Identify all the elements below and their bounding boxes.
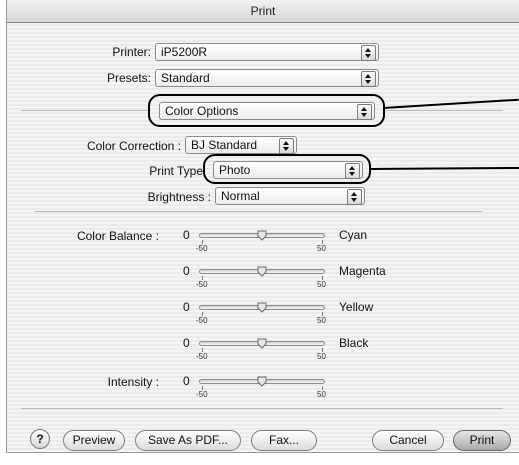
tick-label-min: -50 [196,352,208,361]
print-button[interactable]: Print [453,430,511,451]
print-type-label: Print Type [149,164,203,178]
slider-cyan: 0 -50 50 Cyan [7,228,519,259]
slider-yellow: 0 -50 50 Yellow [7,300,519,331]
tick-label-max: 50 [317,280,326,289]
printer-label: Printer: [112,45,151,59]
tick-label-min: -50 [196,390,208,399]
cancel-button[interactable]: Cancel [372,430,444,451]
save-as-pdf-button[interactable]: Save As PDF... [135,430,241,451]
slider-magenta-value: 0 [183,264,190,278]
bottom-divider [21,408,503,409]
slider-yellow-value: 0 [183,300,190,314]
popup-arrows-icon [361,45,376,61]
popup-arrows-icon [361,71,376,87]
slider-magenta-label: Magenta [339,264,386,278]
callout-outline-print-type [203,154,371,184]
brightness-value: Normal [221,189,260,203]
printer-popup[interactable]: iP5200R [155,43,379,61]
window-title: Print [7,0,519,23]
slider-thumb-icon[interactable] [257,376,267,387]
presets-label: Presets: [106,71,151,85]
printer-popup-value: iP5200R [161,45,208,59]
color-correction-value: BJ Standard [191,138,258,152]
popup-arrows-icon [279,138,294,154]
tick-label-min: -50 [196,316,208,325]
tick-label-max: 50 [317,352,326,361]
slider-black-label: Black [339,336,369,350]
print-dialog: Print Printer: iP5200R Presets: Standard… [6,0,519,453]
divider-left [21,110,151,111]
slider-yellow-label: Yellow [339,300,374,314]
slider-black: 0 -50 50 Black [7,336,519,367]
preview-button[interactable]: Preview [63,430,125,451]
help-button[interactable]: ? [30,429,50,449]
divider-right [385,110,503,111]
brightness-popup[interactable]: Normal [215,187,365,205]
color-correction-popup[interactable]: BJ Standard [185,136,297,154]
slider-black-value: 0 [183,336,190,350]
presets-popup[interactable]: Standard [155,69,379,87]
slider-intensity: 0 -50 50 [7,374,519,405]
slider-thumb-icon[interactable] [257,266,267,277]
slider-thumb-icon[interactable] [257,230,267,241]
slider-thumb-icon[interactable] [257,302,267,313]
section-divider [35,211,482,212]
tick-label-max: 50 [317,316,326,325]
tick-label-min: -50 [196,244,208,253]
presets-popup-value: Standard [161,71,210,85]
slider-thumb-icon[interactable] [257,338,267,349]
print-dialog-stage: Print Printer: iP5200R Presets: Standard… [0,0,519,465]
fax-button[interactable]: Fax... [251,430,317,451]
popup-arrows-icon [347,189,362,205]
color-correction-label: Color Correction : [86,139,181,153]
slider-cyan-value: 0 [183,228,190,242]
callout-line-panel [382,98,519,109]
callout-outline-panel [148,94,385,127]
tick-label-min: -50 [196,280,208,289]
callout-line-print-type [370,166,519,170]
slider-intensity-value: 0 [183,374,190,388]
tick-label-max: 50 [317,390,326,399]
slider-cyan-label: Cyan [339,228,368,242]
tick-label-max: 50 [317,244,326,253]
slider-magenta: 0 -50 50 Magenta [7,264,519,295]
brightness-label: Brightness : [147,190,211,204]
